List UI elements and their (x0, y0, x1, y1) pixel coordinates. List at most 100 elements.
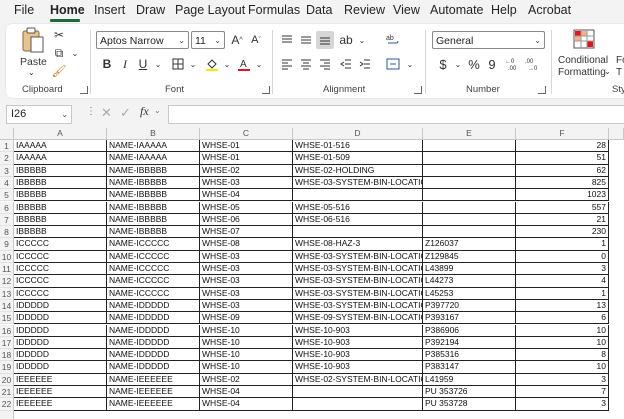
decrease-decimal-icon[interactable]: .00 →0 (524, 55, 542, 73)
cell-f16[interactable]: 10 (516, 324, 609, 337)
middle-align-icon[interactable] (297, 31, 315, 49)
cell-e21[interactable]: PU 353726 (423, 386, 516, 399)
cell-c2[interactable]: WHSE-01 (200, 152, 293, 165)
row-header[interactable]: 12 (0, 275, 14, 288)
row-header[interactable]: 13 (0, 287, 14, 300)
menu-insert[interactable]: Insert (94, 3, 125, 17)
cell-b11[interactable]: NAME-ICCCCC (107, 263, 200, 276)
comma-style-button[interactable]: 9 (483, 55, 501, 73)
insert-function-button[interactable]: fx (140, 104, 149, 119)
cell-c19[interactable]: WHSE-10 (200, 361, 293, 374)
cell-d14[interactable]: WHSE-03-SYSTEM-BIN-LOCATION (293, 299, 423, 313)
cell-f2[interactable]: 51 (516, 152, 609, 165)
format-as-table-partial-1[interactable]: Fo (616, 55, 624, 66)
column-header[interactable]: F (516, 128, 609, 140)
borders-dropdown-icon[interactable]: ⌄ (184, 55, 202, 73)
cell-a16[interactable]: IDDDDD (14, 324, 107, 337)
formula-input[interactable] (168, 105, 624, 124)
cell-a9[interactable]: ICCCCC (14, 238, 107, 251)
menu-help[interactable]: Help (491, 3, 517, 17)
cell-f10[interactable]: 0 (516, 250, 609, 263)
cell-f1[interactable]: 28 (516, 140, 609, 153)
alignment-launcher-icon[interactable] (414, 86, 422, 94)
cell-a21[interactable]: IEEEEEE (14, 386, 107, 399)
row-header[interactable]: 4 (0, 176, 14, 190)
cell-a8[interactable]: IBBBBB (14, 226, 107, 239)
row-header[interactable]: 22 (0, 398, 14, 411)
menu-home[interactable]: Home (50, 3, 85, 17)
number-launcher-icon[interactable] (538, 86, 546, 94)
cell-b1[interactable]: NAME-IAAAAA (107, 140, 200, 153)
row-header[interactable]: 16 (0, 324, 14, 337)
cell-c12[interactable]: WHSE-03 (200, 275, 293, 288)
cell-b14[interactable]: NAME-IDDDDD (107, 299, 200, 313)
align-left-icon[interactable] (278, 55, 296, 73)
cell-b4[interactable]: NAME-IBBBBB (107, 176, 200, 190)
orientation-dropdown-icon[interactable]: ⌄ (353, 31, 371, 49)
menu-automate[interactable]: Automate (430, 3, 484, 17)
cell-a11[interactable]: ICCCCC (14, 263, 107, 276)
cell-b13[interactable]: NAME-ICCCCC (107, 287, 200, 300)
row-header[interactable]: 2 (0, 152, 14, 165)
cell-b21[interactable]: NAME-IEEEEEE (107, 386, 200, 399)
align-right-icon[interactable] (316, 55, 334, 73)
cell-e10[interactable]: Z129845 (423, 250, 516, 263)
cell-a15[interactable]: IDDDDD (14, 312, 107, 325)
cell-f4[interactable]: 825 (516, 176, 609, 190)
column-header[interactable]: D (293, 128, 423, 140)
decrease-font-size-icon[interactable]: Aˇ (247, 31, 265, 49)
cell-f17[interactable]: 10 (516, 336, 609, 350)
cell-a18[interactable]: IDDDDD (14, 349, 107, 362)
cell-e11[interactable]: L43899 (423, 263, 516, 276)
fill-color-dropdown-icon[interactable]: ⌄ (218, 55, 236, 73)
row-header[interactable]: 10 (0, 250, 14, 263)
cell-e1[interactable] (423, 140, 516, 153)
cell-b19[interactable]: NAME-IDDDDD (107, 361, 200, 374)
row-header[interactable]: 19 (0, 361, 14, 374)
row-header[interactable]: 7 (0, 213, 14, 227)
cell-b20[interactable]: NAME-IEEEEEE (107, 373, 200, 386)
cell-d3[interactable]: WHSE-02-HOLDING (293, 164, 423, 177)
cell-e20[interactable]: L41959 (423, 373, 516, 386)
cell-a3[interactable]: IBBBBB (14, 164, 107, 177)
cell-c11[interactable]: WHSE-03 (200, 263, 293, 276)
cell-a22[interactable]: IEEEEEE (14, 398, 107, 411)
cell-b22[interactable]: NAME-IEEEEEE (107, 398, 200, 411)
cell-a12[interactable]: ICCCCC (14, 275, 107, 288)
cell-c4[interactable]: WHSE-03 (200, 176, 293, 190)
cell-a17[interactable]: IDDDDD (14, 336, 107, 350)
cell-d7[interactable]: WHSE-06-516 (293, 213, 423, 227)
name-box[interactable]: I26 ⌄ (6, 105, 72, 124)
cell-f5[interactable]: 1023 (516, 189, 609, 202)
cell-e17[interactable]: P392194 (423, 336, 516, 350)
menu-draw[interactable]: Draw (136, 3, 165, 17)
cell-d5[interactable] (293, 189, 423, 202)
row-header[interactable]: 11 (0, 263, 14, 276)
cell-c1[interactable]: WHSE-01 (200, 140, 293, 153)
cell-f13[interactable]: 1 (516, 287, 609, 300)
cell-d19[interactable]: WHSE-10-903 (293, 361, 423, 374)
row-header[interactable]: 6 (0, 201, 14, 214)
row-header[interactable]: 14 (0, 299, 14, 313)
cell-c18[interactable]: WHSE-10 (200, 349, 293, 362)
menu-acrobat[interactable]: Acrobat (528, 3, 571, 17)
cell-d15[interactable]: WHSE-09-SYSTEM-BIN-LOCATION (293, 312, 423, 325)
cell-c3[interactable]: WHSE-02 (200, 164, 293, 177)
cell-f11[interactable]: 3 (516, 263, 609, 276)
cell-e8[interactable] (423, 226, 516, 239)
cell-e9[interactable]: Z126037 (423, 238, 516, 251)
cell-c16[interactable]: WHSE-10 (200, 324, 293, 337)
cell-b8[interactable]: NAME-IBBBBB (107, 226, 200, 239)
cell-f20[interactable]: 3 (516, 373, 609, 386)
wrap-text-icon[interactable]: ab (384, 31, 402, 49)
menu-review[interactable]: Review (344, 3, 385, 17)
paste-button[interactable]: Paste ⌄ (18, 26, 48, 78)
cell-c8[interactable]: WHSE-07 (200, 226, 293, 239)
cell-c5[interactable]: WHSE-04 (200, 189, 293, 202)
cell-d12[interactable]: WHSE-03-SYSTEM-BIN-LOCATION (293, 275, 423, 288)
cell-f9[interactable]: 1 (516, 238, 609, 251)
cell-b12[interactable]: NAME-ICCCCC (107, 275, 200, 288)
underline-dropdown-icon[interactable]: ⌄ (149, 55, 167, 73)
cell-f15[interactable]: 6 (516, 312, 609, 325)
cell-e15[interactable]: P393167 (423, 312, 516, 325)
